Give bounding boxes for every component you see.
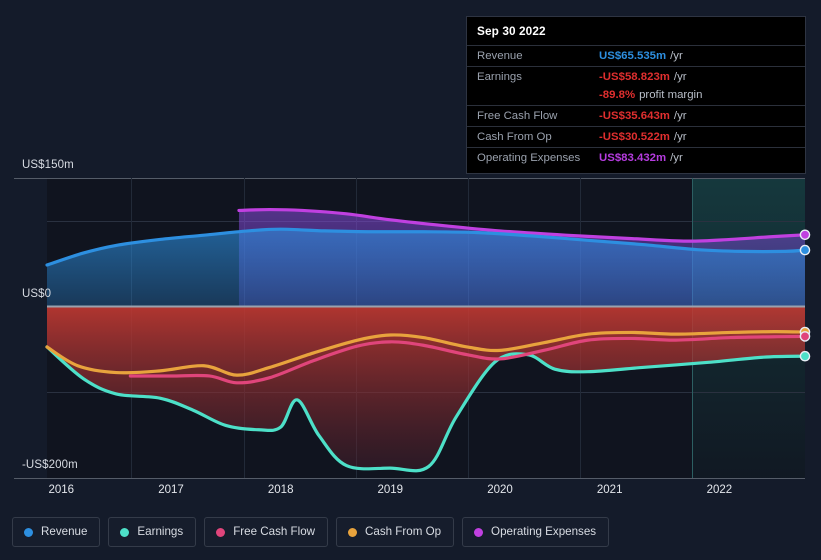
- tooltip-row-label: Operating Expenses: [477, 152, 581, 164]
- legend-color-dot-icon: [474, 527, 484, 537]
- tooltip-row-value: -US$58.823m: [599, 71, 670, 83]
- tooltip-row-suffix: /yr: [673, 131, 687, 143]
- legend-item-label: Free Cash Flow: [233, 525, 316, 538]
- y-axis-label-top: US$150m: [22, 159, 74, 171]
- endpoint-marker: [799, 350, 811, 362]
- x-axis-tick-2017: 2017: [158, 484, 184, 496]
- tooltip-row-value: US$65.535m: [599, 50, 667, 62]
- tooltip-row-label: Cash From Op: [477, 131, 552, 143]
- endpoint-marker: [799, 331, 811, 342]
- legend-item-earnings[interactable]: Earnings: [108, 517, 197, 547]
- tooltip-row: Cash From Op -US$30.522m/yr: [467, 126, 805, 147]
- tooltip-row-label: Revenue: [477, 50, 523, 62]
- data-tooltip: Sep 30 2022 Revenue US$65.535m/yr Earnings…: [466, 16, 806, 174]
- legend-item-free-cash-flow[interactable]: Free Cash Flow: [204, 517, 329, 547]
- tooltip-row-value: -US$30.522m: [599, 131, 670, 143]
- endpoint-marker: [799, 244, 811, 256]
- x-axis-tick-2016: 2016: [48, 484, 75, 496]
- legend-color-dot-icon: [120, 527, 130, 537]
- tooltip-row-suffix: /yr: [670, 50, 683, 62]
- y-axis-label-bottom: -US$200m: [22, 459, 78, 471]
- legend-item-label: Operating Expenses: [491, 525, 597, 538]
- tooltip-row-value: -US$35.643m: [599, 110, 670, 122]
- tooltip-row: Free Cash Flow -US$35.643m/yr: [467, 105, 805, 126]
- tooltip-row-suffix: /yr: [670, 152, 683, 164]
- x-axis-tick-2022: 2022: [706, 484, 733, 496]
- tooltip-row-label: Free Cash Flow: [477, 110, 558, 122]
- tooltip-row-suffix: profit margin: [639, 89, 703, 101]
- legend-color-dot-icon: [216, 527, 226, 537]
- legend-item-label: Revenue: [41, 525, 88, 538]
- tooltip-row: Revenue US$65.535m/yr: [467, 45, 805, 66]
- legend-item-cash-from-op[interactable]: Cash From Op: [336, 517, 455, 547]
- tooltip-rows: Revenue US$65.535m/yr Earnings -US$58.823m /…: [467, 45, 805, 168]
- x-axis-tick-2021: 2021: [596, 484, 623, 496]
- tooltip-row-label: Earnings: [477, 71, 522, 83]
- tooltip-row-value: -89.8%: [599, 89, 636, 101]
- tooltip-row-value: US$83.432m: [599, 152, 667, 164]
- legend-color-dot-icon: [24, 527, 33, 537]
- legend-item-revenue[interactable]: Revenue: [12, 517, 101, 547]
- financials-chart-panel: US$150m US$0 -US$200m 2016 2017 2018 2019 20…: [0, 0, 821, 560]
- y-axis-label-zero: US$0: [22, 288, 52, 300]
- endpoint-marker: [799, 229, 811, 241]
- legend-item-operating-expenses[interactable]: Operating Expenses: [462, 517, 610, 547]
- chart-legend[interactable]: Revenue Earnings Free Cash Flow Cash From O…: [12, 517, 610, 547]
- legend-item-label: Earnings: [137, 525, 184, 538]
- tooltip-date: Sep 30 2022: [477, 24, 546, 38]
- x-axis-tick-2018: 2018: [267, 484, 294, 496]
- tooltip-row: Earnings -US$58.823m/yr: [467, 66, 805, 87]
- legend-color-dot-icon: [348, 527, 358, 537]
- tooltip-row: Operating Expenses US$83.432m/yr: [467, 147, 805, 168]
- legend-item-label: Cash From Op: [365, 525, 442, 538]
- x-axis-tick-2019: 2019: [377, 484, 404, 496]
- tooltip-row-suffix: /yr: [673, 71, 687, 83]
- tooltip-row: -89.8% profit margin: [467, 87, 805, 105]
- x-axis-tick-2020: 2020: [487, 484, 513, 496]
- tooltip-row-suffix: /yr: [673, 110, 687, 122]
